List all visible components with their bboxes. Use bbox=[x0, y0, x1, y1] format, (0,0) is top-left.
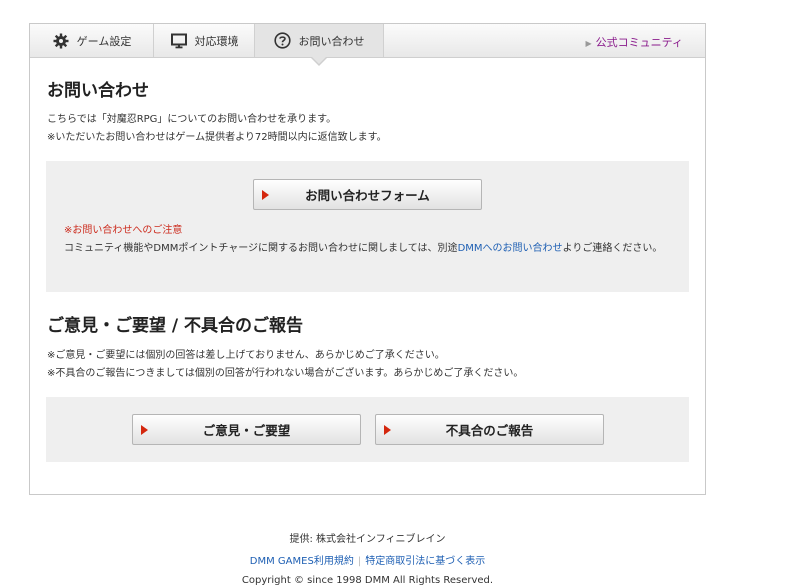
bug-report-button-label: 不具合のご報告 bbox=[445, 423, 534, 438]
tab-environment[interactable]: 対応環境 bbox=[154, 24, 255, 57]
feedback-note-1: ※ご意見・ご要望には個別の回答は差し上げておりません、あらかじめご了承ください。 bbox=[47, 350, 445, 361]
gear-icon bbox=[52, 32, 70, 50]
tab-label: お問い合わせ bbox=[298, 34, 365, 48]
tab-bar: ゲーム設定 対応環境 お問い合わせ ▶ 公式コミュニティ bbox=[30, 24, 705, 66]
footer-provider: 提供: 株式会社インフィニブレイン bbox=[289, 534, 446, 545]
tab-game-settings[interactable]: ゲーム設定 bbox=[30, 24, 154, 57]
inquiry-form-button[interactable]: お問い合わせフォーム bbox=[253, 179, 482, 210]
arrow-right-icon: ▶ bbox=[585, 39, 592, 48]
notice-title: ※お問い合わせへのご注意 bbox=[64, 225, 183, 236]
notice-text-before: コミュニティ機能やDMMポイントチャージに関するお問い合わせに関しましては、別途 bbox=[64, 243, 458, 254]
triangle-right-icon bbox=[384, 425, 391, 435]
footer-links: DMM GAMES利用規約 | 特定商取引法に基づく表示 bbox=[0, 552, 735, 567]
inquiry-heading: お問い合わせ bbox=[47, 81, 149, 101]
opinion-button[interactable]: ご意見・ご要望 bbox=[132, 414, 361, 445]
bug-report-button[interactable]: 不具合のご報告 bbox=[375, 414, 604, 445]
question-circle-icon bbox=[274, 32, 292, 50]
terms-link[interactable]: DMM GAMES利用規約 bbox=[250, 556, 354, 567]
tab-label: ゲーム設定 bbox=[76, 34, 132, 48]
notice-text-after: よりご連絡ください。 bbox=[562, 243, 663, 254]
tab-label: 対応環境 bbox=[194, 34, 239, 48]
tab-inquiry[interactable]: お問い合わせ bbox=[255, 24, 384, 66]
dmm-inquiry-link[interactable]: DMMへのお問い合わせ bbox=[458, 243, 563, 254]
feedback-note-2: ※不具合のご報告につきましては個別の回答が行われない場合がございます。あらかじめ… bbox=[47, 368, 524, 379]
commercial-law-link[interactable]: 特定商取引法に基づく表示 bbox=[365, 556, 485, 567]
monitor-icon bbox=[170, 32, 188, 50]
community-link-label: 公式コミュニティ bbox=[595, 36, 683, 49]
community-link[interactable]: ▶ 公式コミュニティ bbox=[586, 34, 684, 50]
tab-pointer bbox=[312, 57, 326, 64]
footer-separator: | bbox=[357, 556, 362, 567]
inquiry-form-label: お問い合わせフォーム bbox=[305, 188, 430, 203]
footer-copyright: Copyright © since 1998 DMM All Rights Re… bbox=[241, 575, 494, 586]
inquiry-reply-note: ※いただいたお問い合わせはゲーム提供者より72時間以内に返信致します。 bbox=[47, 132, 387, 143]
support-panel: ゲーム設定 対応環境 お問い合わせ ▶ 公式コミュニティ お問い合わせ こちらで… bbox=[29, 23, 706, 495]
notice-text: コミュニティ機能やDMMポイントチャージに関するお問い合わせに関しましては、別途… bbox=[64, 239, 674, 258]
triangle-right-icon bbox=[141, 425, 148, 435]
feedback-heading: ご意見・ご要望 / 不具合のご報告 bbox=[47, 316, 304, 336]
opinion-button-label: ご意見・ご要望 bbox=[202, 423, 291, 438]
inquiry-description: こちらでは「対魔忍RPG」についてのお問い合わせを承ります。 bbox=[47, 114, 337, 125]
triangle-right-icon bbox=[262, 190, 269, 200]
